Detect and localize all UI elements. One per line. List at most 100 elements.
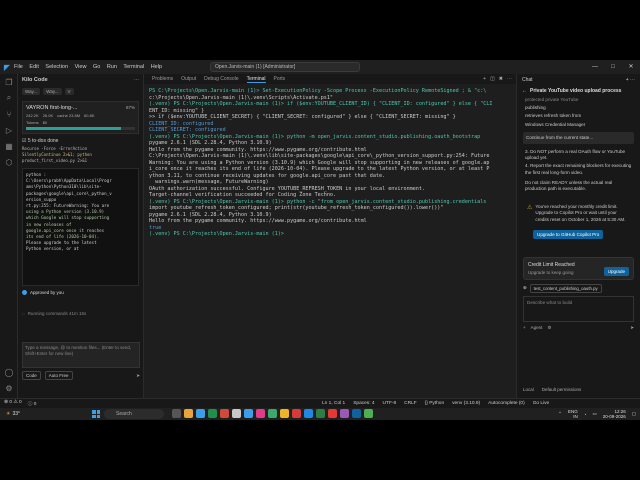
menu-view[interactable]: View [75, 64, 87, 70]
trash-icon[interactable]: ✖ [499, 76, 503, 82]
menu-selection[interactable]: Selection [45, 64, 68, 70]
add-icon[interactable]: + [523, 325, 526, 330]
maximize-icon[interactable]: □ [604, 60, 622, 74]
app-icon[interactable] [364, 409, 373, 418]
app-icon[interactable] [280, 409, 289, 418]
taskbar-apps [172, 409, 373, 418]
model-select[interactable]: Auto Free [44, 371, 73, 380]
minimize-icon[interactable]: — [586, 60, 604, 74]
menu-help[interactable]: Help [151, 64, 162, 70]
app-icon[interactable] [220, 409, 229, 418]
kilo-tab-2[interactable]: Way... [43, 88, 62, 95]
indentation[interactable]: Spaces: 4 [353, 401, 374, 406]
kilo-icon[interactable]: ⬡ [0, 154, 18, 170]
app-icon[interactable] [316, 409, 325, 418]
tab-output[interactable]: Output [181, 76, 196, 82]
python-interpreter[interactable]: venv (3.10.9) [452, 401, 480, 406]
split-icon[interactable]: ◫ [490, 76, 495, 82]
account-icon[interactable]: ◯ [0, 364, 18, 380]
app-icon[interactable] [256, 409, 265, 418]
kilo-message-input[interactable]: Type a message, @ to mention files... (E… [22, 342, 140, 368]
stat-cost: $0 [42, 120, 48, 125]
taskbar-search[interactable]: Search [104, 409, 164, 419]
add-terminal-icon[interactable]: + [483, 76, 486, 82]
app-icon[interactable] [292, 409, 301, 418]
stat-tokens-label: Tokens [26, 120, 39, 125]
explorer-icon[interactable]: ❐ [0, 74, 18, 90]
chat-input[interactable]: Describe what to build [523, 295, 634, 322]
kilo-task-card[interactable]: VAYRON first-long-... 87% 242.2K 26.0K c… [22, 101, 139, 134]
app-icon[interactable] [208, 409, 217, 418]
kilo-tab-1[interactable]: Way... [22, 88, 41, 95]
attach-icon[interactable]: ⊕ [523, 285, 527, 291]
chat-actions-icon[interactable]: + ⋯ [626, 77, 635, 83]
stat-context: 60.8K [84, 113, 95, 118]
chat-session-title[interactable]: ← Private YouTube video upload process [517, 86, 640, 96]
language-indicator[interactable]: ENG IN [568, 409, 578, 420]
menu-edit[interactable]: Edit [29, 64, 38, 70]
app-icon[interactable] [172, 409, 181, 418]
tab-debug-console[interactable]: Debug Console [204, 76, 238, 82]
encoding[interactable]: UTF-8 [383, 401, 397, 406]
tools-icon[interactable]: ⚙ [547, 325, 551, 331]
wifi-icon[interactable]: ◔ [584, 412, 587, 417]
app-icon[interactable] [244, 409, 253, 418]
send-icon[interactable]: ➤ [630, 325, 634, 331]
kilo-tab-3[interactable]: V [64, 88, 74, 95]
weather-widget[interactable]: ☀ 33° [6, 411, 20, 417]
upgrade-copilot-button[interactable]: Upgrade to GitHub Copilot Pro [533, 229, 604, 239]
upgrade-button[interactable]: Upgrade [603, 266, 629, 276]
cursor-position[interactable]: Ln 1, Col 1 [322, 401, 345, 406]
app-icon[interactable] [352, 409, 361, 418]
context-progress-fill [26, 127, 121, 130]
battery-icon[interactable]: ▭ [592, 411, 596, 417]
language-mode[interactable]: {} Python [425, 401, 444, 406]
send-icon[interactable]: ➤ [136, 373, 140, 379]
search-icon[interactable]: ⌕ [0, 90, 18, 106]
terminal-output[interactable]: PS C:\Projects\Open.Jarvis-main (1)> Set… [144, 84, 516, 398]
tab-problems[interactable]: Problems [152, 76, 173, 82]
permissions-select[interactable]: Default permissions [542, 387, 582, 392]
app-icon[interactable] [232, 409, 241, 418]
chat-input-toolbar: + Agent ⚙ ➤ [523, 325, 634, 331]
status-bar: ⊗ 0 ⚠ 0 ⓘ 0 Ln 1, Col 1 Spaces: 4 UTF-8 … [0, 398, 640, 408]
app-icon[interactable] [340, 409, 349, 418]
clock[interactable]: 12:26 20-09-2026 [603, 409, 626, 420]
menu-terminal[interactable]: Terminal [123, 64, 144, 70]
windows-start-icon[interactable] [92, 410, 100, 418]
command-center-search[interactable]: Open.Jarvis-main (1) [Administrator] [210, 62, 360, 72]
autocomplete-status[interactable]: Autocomplete (0) [488, 401, 525, 406]
agent-select[interactable]: Agent [531, 325, 543, 330]
menu-run[interactable]: Run [107, 64, 117, 70]
menu-go[interactable]: Go [93, 64, 100, 70]
local-select[interactable]: Local [523, 387, 534, 392]
run-debug-icon[interactable]: ▷ [0, 122, 18, 138]
kilo-actions-icon[interactable]: ⋯ [134, 77, 139, 83]
info-count[interactable]: ⓘ 0 [28, 400, 37, 407]
bubble-line: protected private YouTube [525, 97, 579, 102]
app-icon[interactable] [184, 409, 193, 418]
extensions-icon[interactable]: ▦ [0, 138, 18, 154]
settings-gear-icon[interactable]: ⚙ [0, 380, 18, 396]
problems-count[interactable]: ⊗ 0 ⚠ 0 [4, 400, 22, 407]
more-icon[interactable]: ⋯ [507, 76, 512, 82]
app-icon[interactable] [304, 409, 313, 418]
source-control-icon[interactable]: ⑂ [0, 106, 18, 122]
todo-summary[interactable]: ☑ 5 to-dos done [22, 138, 139, 144]
app-icon[interactable] [196, 409, 205, 418]
tab-terminal[interactable]: Terminal [246, 76, 266, 83]
context-file-chip[interactable]: test_content_publishing_oauth.py [529, 283, 602, 293]
task-percent: 87% [125, 105, 135, 110]
line-ending[interactable]: CRLF [404, 401, 417, 406]
menu-file[interactable]: File [14, 64, 23, 70]
go-live-button[interactable]: Go Live [533, 401, 550, 406]
tab-ports[interactable]: Ports [274, 76, 286, 82]
weather-icon: ☀ [6, 411, 11, 417]
mode-select[interactable]: Code [22, 371, 41, 380]
close-icon[interactable]: ✕ [622, 60, 640, 74]
app-icon[interactable] [268, 409, 277, 418]
app-icon[interactable] [328, 409, 337, 418]
back-arrow-icon[interactable]: ← [522, 88, 527, 94]
tray-chevron-icon[interactable]: ⌃ [558, 411, 562, 417]
notification-icon[interactable]: ▢ [632, 411, 636, 417]
